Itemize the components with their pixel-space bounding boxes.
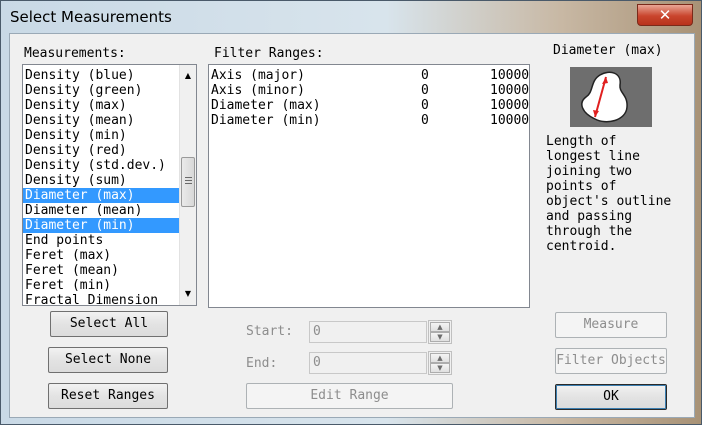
list-item[interactable]: Fractal Dimension [23,293,180,305]
filter-cell-max: 10000 [490,98,530,113]
ok-button[interactable]: OK [555,384,667,410]
filter-cell-name: Axis (minor) [211,83,305,98]
filter-cell-max: 10000 [490,68,530,83]
list-item[interactable]: Feret (mean) [23,263,180,278]
dialog-window: Select Measurements ✕ Measurements: Dens… [0,0,702,425]
scroll-down-icon[interactable]: ▼ [180,286,196,302]
list-item[interactable]: Density (sum) [23,173,180,188]
description-line: through the [546,224,633,239]
description-line: points of [546,179,617,194]
list-item[interactable]: Diameter (mean) [23,203,180,218]
end-spinner[interactable]: ▲ ▼ [428,351,452,375]
filter-row[interactable]: Axis (minor) 0 10000 [209,83,530,98]
close-icon: ✕ [658,6,672,24]
diameter-max-preview-icon [570,67,652,127]
filter-cell-name: Axis (major) [211,68,305,83]
filter-ranges-label: Filter Ranges: [214,46,324,61]
filter-row[interactable]: Diameter (max) 0 10000 [209,98,530,113]
start-spinner[interactable]: ▲ ▼ [428,320,452,344]
description-line: and passing [546,209,633,224]
spin-down-icon[interactable]: ▼ [430,332,450,342]
list-item[interactable]: Density (red) [23,143,180,158]
filter-cell-name: Diameter (max) [211,98,321,113]
list-item[interactable]: End points [23,233,180,248]
measurements-list: Density (blue) Density (green) Density (ma… [23,68,180,305]
measure-button[interactable]: Measure [555,312,667,338]
description-line: centroid. [546,239,617,254]
spin-down-icon[interactable]: ▼ [430,363,450,373]
scroll-up-icon[interactable]: ▲ [180,68,196,84]
list-item[interactable]: Density (green) [23,83,180,98]
start-label: Start: [246,324,293,339]
measurements-label: Measurements: [24,46,126,61]
list-item[interactable]: Density (blue) [23,68,180,83]
select-all-button[interactable]: Select All [50,311,168,337]
filter-cell-max: 10000 [490,83,530,98]
list-item[interactable]: Diameter (max) [23,188,180,203]
description-line: longest line [546,149,640,164]
list-item[interactable]: Density (max) [23,98,180,113]
list-item[interactable]: Density (mean) [23,113,180,128]
description-line: joining two [546,164,633,179]
edit-range-button[interactable]: Edit Range [246,383,453,409]
close-button[interactable]: ✕ [637,4,693,26]
list-item[interactable]: Density (min) [23,128,180,143]
list-item[interactable]: Diameter (min) [23,218,180,233]
list-item[interactable]: Feret (min) [23,278,180,293]
list-item[interactable]: Feret (max) [23,248,180,263]
window-title: Select Measurements [10,8,172,26]
scroll-thumb[interactable] [181,157,195,207]
reset-ranges-button[interactable]: Reset Ranges [48,383,168,409]
description-line: Length of [546,134,617,149]
info-description: Length of longest line joining two points o… [546,134,686,254]
dialog-client: Measurements: Density (blue) Density (gre… [9,33,695,418]
end-field[interactable]: 0 [309,352,427,374]
list-item[interactable]: Density (std.dev.) [23,158,180,173]
filter-ranges-listbox[interactable]: Axis (major) 0 10000 Axis (minor) 0 10000 Diam… [208,64,530,308]
filter-cell-min: 0 [421,83,429,98]
filter-ranges-list: Axis (major) 0 10000 Axis (minor) 0 10000 Diam… [209,68,530,128]
filter-cell-min: 0 [421,98,429,113]
measurements-scrollbar[interactable]: ▲ ▼ [179,65,196,305]
info-title: Diameter (max) [553,43,663,58]
spin-up-icon[interactable]: ▲ [430,322,450,332]
filter-cell-max: 10000 [490,113,530,128]
filter-objects-button[interactable]: Filter Objects [555,348,667,374]
select-none-button[interactable]: Select None [48,347,168,373]
filter-cell-name: Diameter (min) [211,113,321,128]
spin-up-icon[interactable]: ▲ [430,353,450,363]
filter-row[interactable]: Diameter (min) 0 10000 [209,113,530,128]
filter-cell-min: 0 [421,113,429,128]
filter-row[interactable]: Axis (major) 0 10000 [209,68,530,83]
end-label: End: [246,356,278,371]
description-line: object's outline [546,194,672,209]
start-field[interactable]: 0 [309,321,427,343]
filter-cell-min: 0 [421,68,429,83]
measurements-listbox[interactable]: Density (blue) Density (green) Density (ma… [22,64,197,306]
